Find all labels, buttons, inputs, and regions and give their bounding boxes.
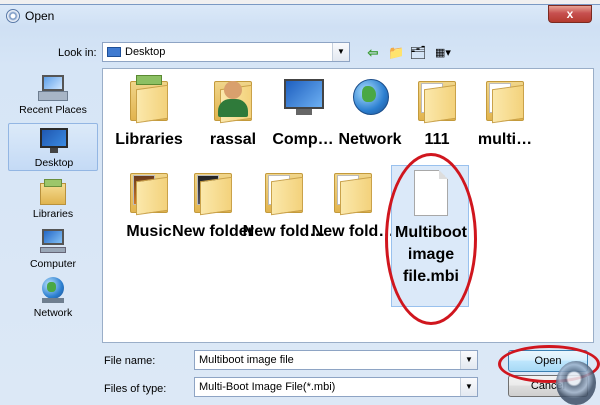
music-folder-icon [124,165,174,217]
open-dialog: Open x Look in: Desktop ▼ ⇦ 📁 🗂 ▦▾ Recen… [0,4,600,405]
dialog-title: Open [25,9,55,23]
place-label: Libraries [32,208,74,220]
view-menu-icon[interactable]: ▦▾ [430,45,456,61]
place-desktop[interactable]: Desktop [8,123,98,171]
close-button[interactable]: x [548,5,592,23]
place-label: Recent Places [19,104,87,116]
place-label: Desktop [34,157,74,169]
cursor-icon [556,361,596,405]
file-list[interactable]: Libraries rassal Comp… Network 111 multi… [102,68,594,343]
folder-icon [480,73,530,125]
folder-icon [259,165,309,217]
desktop-icon [39,126,69,156]
desktop-icon [107,47,121,57]
place-computer[interactable]: Computer [8,225,98,273]
title-bar: Open x [0,5,600,27]
file-type-select[interactable]: Multi-Boot Image File(*.mbi) ▼ [194,377,478,397]
computer-icon [278,73,328,125]
chevron-down-icon[interactable]: ▼ [460,351,477,369]
file-item[interactable]: New fold… [311,165,395,265]
place-label: Computer [29,258,77,270]
file-item-label: New fold… [311,223,395,240]
place-recent-places[interactable]: Recent Places [8,71,98,119]
highlight-ring-file [385,153,477,325]
file-type-label: Files of type: [104,383,167,395]
place-label: Network [33,307,73,319]
new-folder-icon[interactable]: 🗂 [409,45,427,61]
places-bar: Recent Places Desktop Libraries Computer [8,71,98,331]
up-folder-icon[interactable]: 📁 [388,45,404,61]
computer-icon [38,227,68,257]
recent-places-icon [38,73,68,103]
libraries-icon [38,177,68,207]
file-item[interactable]: multi… [463,73,547,159]
network-globe-icon [345,73,395,125]
look-in-value: Desktop [125,46,166,58]
folder-icon [412,73,462,125]
user-folder-icon [208,73,258,125]
libraries-folder-icon [124,73,174,125]
file-type-value: Multi-Boot Image File(*.mbi) [199,381,336,393]
back-arrow-icon[interactable]: ⇦ [366,45,380,61]
file-item-label: multi… [477,131,533,148]
look-in-label: Look in: [58,47,97,59]
file-item[interactable]: Libraries [107,73,191,159]
look-in-dropdown[interactable]: Desktop ▼ [102,42,350,62]
chevron-down-icon[interactable]: ▼ [460,378,477,396]
file-name-label: File name: [104,355,156,367]
folder-icon [188,165,238,217]
place-network[interactable]: Network [8,274,98,322]
file-name-input[interactable]: Multiboot image file ▼ [194,350,478,370]
file-name-value: Multiboot image file [199,354,294,366]
file-item-label: Libraries [115,131,183,148]
network-icon [38,276,68,306]
folder-icon [328,165,378,217]
dialog-icon [6,9,20,23]
place-libraries[interactable]: Libraries [8,175,98,223]
chevron-down-icon[interactable]: ▼ [332,43,349,61]
